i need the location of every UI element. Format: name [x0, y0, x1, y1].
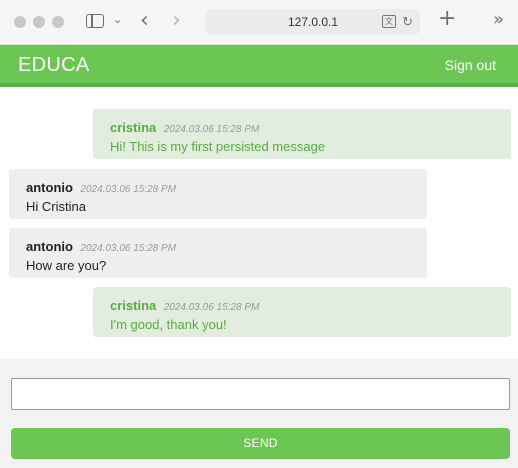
- address-url: 127.0.0.1: [287, 15, 339, 29]
- message-header: antonio 2024.03.06 15:28 PM: [26, 179, 410, 197]
- message-author: antonio: [26, 180, 73, 195]
- message-time: 2024.03.06 15:28 PM: [80, 184, 177, 195]
- message-text: Hi! This is my first persisted message: [110, 139, 326, 154]
- chevron-down-icon[interactable]: ⌄: [113, 13, 122, 26]
- sidebar-icon[interactable]: [86, 14, 104, 28]
- message-header: cristina 2024.03.06 15:28 PM: [110, 297, 494, 315]
- message-time: 2024.03.06 15:28 PM: [80, 243, 177, 254]
- message-item: cristina 2024.03.06 15:28 PM Hi! This is…: [93, 109, 511, 159]
- app-header: EDUCA Sign out: [0, 45, 518, 87]
- forward-icon[interactable]: ›: [172, 8, 181, 33]
- message-author: cristina: [110, 298, 157, 313]
- message-header: antonio 2024.03.06 15:28 PM: [26, 238, 410, 256]
- message-input[interactable]: [11, 378, 510, 410]
- chat-messages: cristina 2024.03.06 15:28 PM Hi! This is…: [0, 91, 518, 359]
- message-author: cristina: [110, 120, 157, 135]
- brand-logo: EDUCA: [18, 54, 90, 76]
- message-composer: SEND: [0, 359, 518, 468]
- more-icon[interactable]: »: [493, 9, 504, 30]
- back-icon[interactable]: ‹: [140, 8, 149, 33]
- translate-icon[interactable]: 文: [382, 15, 396, 28]
- minimize-window-button[interactable]: [33, 16, 45, 28]
- message-text: I'm good, thank you!: [110, 317, 227, 332]
- message-header: cristina 2024.03.06 15:28 PM: [110, 119, 494, 137]
- message-text: How are you?: [26, 258, 107, 273]
- message-time: 2024.03.06 15:28 PM: [163, 302, 260, 313]
- message-item: antonio 2024.03.06 15:28 PM Hi Cristina: [9, 169, 427, 219]
- message-time: 2024.03.06 15:28 PM: [163, 124, 260, 135]
- maximize-window-button[interactable]: [52, 16, 64, 28]
- sign-out-link[interactable]: Sign out: [445, 57, 496, 73]
- message-author: antonio: [26, 239, 73, 254]
- plus-icon[interactable]: +: [438, 6, 456, 31]
- message-text: Hi Cristina: [26, 199, 86, 214]
- send-button[interactable]: SEND: [11, 428, 510, 459]
- reload-icon[interactable]: ↻: [402, 9, 413, 35]
- message-item: cristina 2024.03.06 15:28 PM I'm good, t…: [93, 287, 511, 337]
- browser-toolbar: ⌄ ‹ › 127.0.0.1 文 ↻ + »: [0, 0, 518, 45]
- address-bar[interactable]: 127.0.0.1 文 ↻: [206, 9, 420, 35]
- message-item: antonio 2024.03.06 15:28 PM How are you?: [9, 228, 427, 278]
- close-window-button[interactable]: [14, 16, 26, 28]
